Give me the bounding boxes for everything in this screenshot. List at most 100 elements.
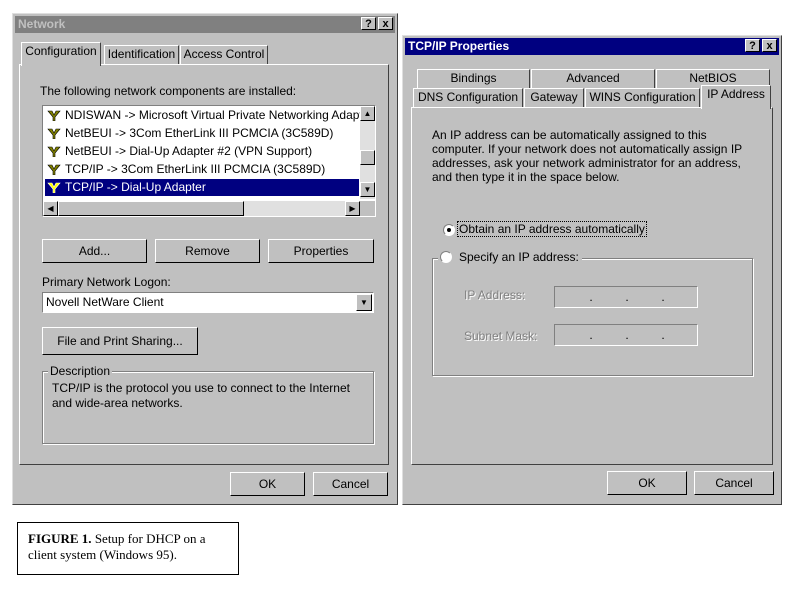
ip-octet[interactable] bbox=[665, 327, 697, 343]
ip-octet[interactable] bbox=[557, 327, 589, 343]
network-ok-button[interactable]: OK bbox=[230, 472, 305, 496]
specify-ip-group bbox=[432, 258, 753, 376]
ip-octet[interactable] bbox=[629, 327, 661, 343]
obtain-ip-radio[interactable] bbox=[443, 224, 455, 236]
tab-gateway[interactable]: Gateway bbox=[524, 88, 584, 108]
network-cancel-button[interactable]: Cancel bbox=[313, 472, 388, 496]
description-text: TCP/IP is the protocol you use to connec… bbox=[52, 381, 350, 410]
radio-selected-dot bbox=[447, 228, 451, 232]
tab-identification[interactable]: Identification bbox=[104, 45, 179, 65]
ip-address-panel: An IP address can be automatically assig… bbox=[411, 107, 773, 465]
obtain-ip-label[interactable]: Obtain an IP address automatically bbox=[457, 221, 647, 237]
close-icon: x bbox=[382, 18, 389, 30]
intro-text: An IP address can be automatically assig… bbox=[432, 128, 742, 184]
tcpip-title: TCP/IP Properties bbox=[408, 39, 510, 53]
specify-ip-option[interactable]: Specify an IP address: bbox=[438, 250, 582, 264]
properties-button-label: Properties bbox=[293, 244, 349, 258]
close-button[interactable]: x bbox=[378, 17, 393, 30]
tab-ip-address[interactable]: IP Address bbox=[701, 85, 771, 109]
scroll-thumb[interactable] bbox=[360, 150, 375, 165]
scroll-thumb-horizontal[interactable] bbox=[58, 201, 244, 216]
list-item-label: NDISWAN -> Microsoft Virtual Private Net… bbox=[65, 108, 374, 122]
tcpip-properties-dialog: TCP/IP Properties ? x Bindings Advanced … bbox=[402, 35, 782, 505]
specify-ip-text: Specify an IP address: bbox=[459, 250, 579, 264]
properties-button[interactable]: Properties bbox=[268, 239, 374, 263]
file-print-sharing-label: File and Print Sharing... bbox=[57, 334, 183, 348]
ip-octet[interactable] bbox=[557, 289, 589, 305]
network-title: Network bbox=[18, 17, 66, 31]
components-listbox[interactable]: NDISWAN -> Microsoft Virtual Private Net… bbox=[42, 105, 376, 217]
ip-address-label: IP Address: bbox=[464, 288, 526, 302]
tab-label: IP Address bbox=[707, 87, 765, 101]
tab-label: WINS Configuration bbox=[589, 90, 696, 104]
tab-advanced[interactable]: Advanced bbox=[531, 69, 655, 89]
tab-configuration[interactable]: Configuration bbox=[21, 42, 101, 66]
ip-octet[interactable] bbox=[629, 289, 661, 305]
chevron-down-icon[interactable]: ▼ bbox=[356, 294, 372, 311]
description-group-label: Description bbox=[48, 364, 113, 378]
tab-wins-configuration[interactable]: WINS Configuration bbox=[585, 88, 700, 108]
network-component-icon bbox=[47, 146, 61, 157]
tcpip-ok-button[interactable]: OK bbox=[607, 471, 687, 495]
help-icon: ? bbox=[365, 18, 372, 30]
tab-dns-configuration[interactable]: DNS Configuration bbox=[413, 88, 523, 108]
help-button[interactable]: ? bbox=[361, 17, 376, 30]
cancel-label: Cancel bbox=[331, 477, 370, 491]
horizontal-scrollbar[interactable]: ◀ ▶ bbox=[43, 201, 360, 216]
list-item[interactable]: NDISWAN -> Microsoft Virtual Private Net… bbox=[45, 107, 373, 124]
list-item[interactable]: TCP/IP -> 3Com EtherLink III PCMCIA (3C5… bbox=[45, 161, 359, 178]
figure-label: FIGURE 1. bbox=[28, 531, 92, 546]
close-icon: x bbox=[766, 40, 773, 52]
ok-label: OK bbox=[638, 476, 656, 490]
ip-octet[interactable] bbox=[665, 289, 697, 305]
vertical-scrollbar[interactable]: ▲ ▼ bbox=[360, 106, 375, 199]
specify-ip-radio[interactable] bbox=[440, 251, 452, 263]
add-button[interactable]: Add... bbox=[42, 239, 147, 263]
list-item[interactable]: NetBEUI -> 3Com EtherLink III PCMCIA (3C… bbox=[45, 125, 359, 142]
network-component-icon bbox=[47, 164, 61, 175]
tab-label: Gateway bbox=[530, 90, 578, 104]
close-button[interactable]: x bbox=[762, 39, 777, 52]
tab-label: Bindings bbox=[450, 71, 497, 85]
network-component-icon bbox=[47, 128, 61, 139]
list-item[interactable]: NetBEUI -> Dial-Up Adapter #2 (VPN Suppo… bbox=[45, 143, 359, 160]
subnet-mask-field[interactable]: . . . bbox=[554, 324, 698, 346]
ok-label: OK bbox=[258, 477, 277, 491]
list-item-label: NetBEUI -> Dial-Up Adapter #2 (VPN Suppo… bbox=[65, 144, 313, 158]
configuration-panel: The following network components are ins… bbox=[19, 64, 389, 465]
network-dialog: Network ? x Configuration Identification… bbox=[12, 13, 398, 505]
logon-label: Primary Network Logon: bbox=[42, 275, 171, 289]
remove-button[interactable]: Remove bbox=[155, 239, 260, 263]
scroll-right-button[interactable]: ▶ bbox=[345, 201, 360, 216]
ip-octet[interactable] bbox=[593, 289, 625, 305]
logon-value: Novell NetWare Client bbox=[46, 295, 164, 309]
scroll-corner bbox=[360, 201, 375, 216]
obtain-ip-text: Obtain an IP address automatically bbox=[459, 222, 645, 236]
subnet-mask-label: Subnet Mask: bbox=[464, 329, 538, 343]
ip-address-field[interactable]: . . . bbox=[554, 286, 698, 308]
tab-label: NetBIOS bbox=[689, 71, 737, 85]
help-icon: ? bbox=[749, 40, 756, 52]
scroll-down-button[interactable]: ▼ bbox=[360, 182, 375, 197]
network-component-icon bbox=[47, 110, 61, 121]
tab-label: Configuration bbox=[25, 44, 97, 58]
scroll-up-button[interactable]: ▲ bbox=[360, 106, 375, 121]
tab-access-control[interactable]: Access Control bbox=[180, 45, 268, 65]
scroll-left-button[interactable]: ◀ bbox=[43, 201, 58, 216]
file-print-sharing-button[interactable]: File and Print Sharing... bbox=[42, 327, 198, 355]
tab-bindings[interactable]: Bindings bbox=[417, 69, 530, 89]
tab-label: Advanced bbox=[566, 71, 620, 85]
help-button[interactable]: ? bbox=[745, 39, 760, 52]
remove-button-label: Remove bbox=[185, 244, 230, 258]
network-component-icon bbox=[47, 182, 61, 193]
tab-label: Access Control bbox=[183, 47, 265, 61]
tcpip-cancel-button[interactable]: Cancel bbox=[694, 471, 774, 495]
list-item-label: TCP/IP -> 3Com EtherLink III PCMCIA (3C5… bbox=[65, 162, 326, 176]
logon-select[interactable]: Novell NetWare Client ▼ bbox=[42, 292, 374, 313]
tab-label: Identification bbox=[107, 47, 176, 61]
add-button-label: Add... bbox=[78, 244, 111, 258]
list-item-selected[interactable]: TCP/IP -> Dial-Up Adapter bbox=[45, 179, 359, 196]
ip-octet[interactable] bbox=[593, 327, 625, 343]
tab-label: DNS Configuration bbox=[417, 90, 519, 104]
cancel-label: Cancel bbox=[715, 476, 753, 490]
